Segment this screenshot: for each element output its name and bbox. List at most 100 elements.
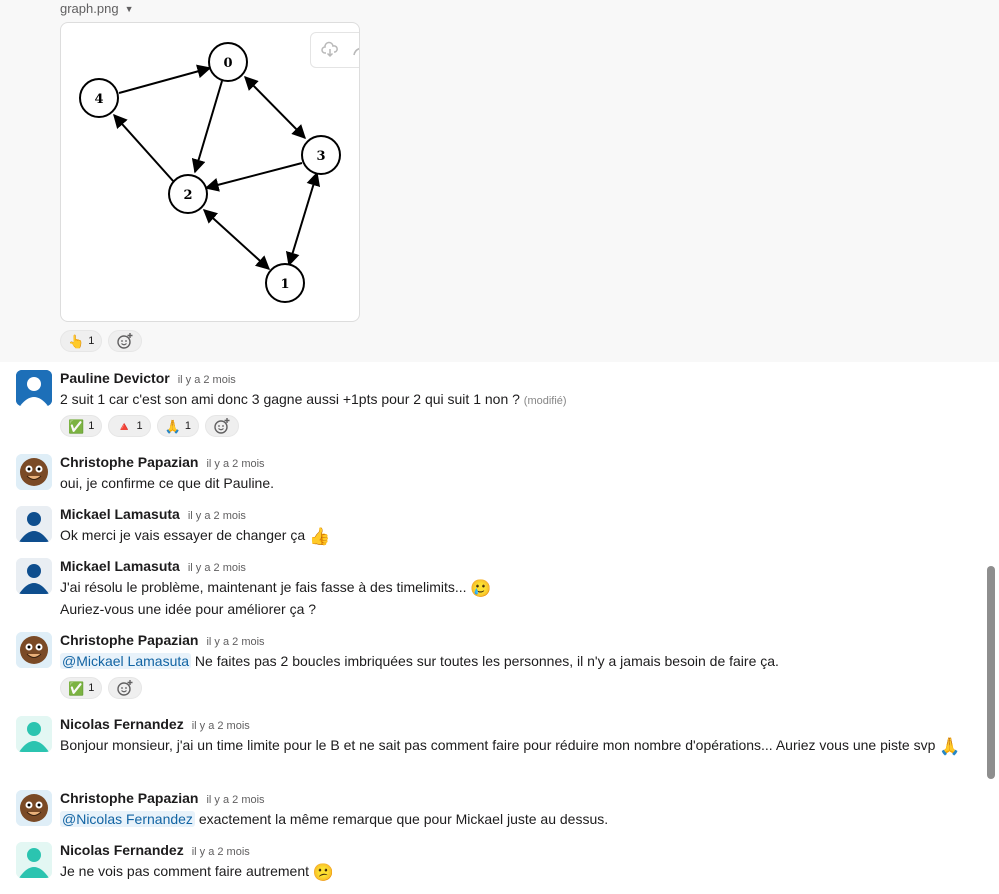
scrollbar-thumb[interactable] <box>987 566 995 779</box>
reaction-pill[interactable]: 🙏 1 <box>156 415 199 437</box>
graph-image[interactable]: 0 4 3 2 1 <box>60 22 360 322</box>
message-body: 2 suit 1 car c'est son ami donc 3 gagne … <box>60 391 520 407</box>
timestamp[interactable]: il y a 2 mois <box>206 636 264 648</box>
message: Mickael Lamasuta il y a 2 mois Ok merci … <box>0 504 985 552</box>
image-actions-toolbar <box>310 32 359 68</box>
thumbs-up-emoji: 👍 <box>309 527 331 546</box>
avatar[interactable] <box>16 454 52 490</box>
timestamp[interactable]: il y a 2 mois <box>206 794 264 806</box>
avatar[interactable] <box>16 790 52 826</box>
reaction-count: 1 <box>88 420 95 432</box>
reaction-emoji: 🔺 <box>116 418 133 434</box>
reaction-pill[interactable]: 🔺 1 <box>108 415 151 437</box>
add-reaction-button[interactable] <box>108 677 143 699</box>
author-name[interactable]: Christophe Papazian <box>60 790 198 806</box>
timestamp[interactable]: il y a 2 mois <box>192 720 250 732</box>
graph-node-4: 4 <box>79 78 119 118</box>
reaction-count: 1 <box>88 335 95 347</box>
avatar[interactable] <box>16 370 52 406</box>
add-reaction-button[interactable] <box>108 330 143 352</box>
author-name[interactable]: Pauline Devictor <box>60 370 170 386</box>
reaction-pill[interactable]: 👆 1 <box>60 330 103 352</box>
edge-3-2 <box>204 162 303 192</box>
edge-2-4 <box>113 113 175 183</box>
message-body: Bonjour monsieur, j'ai un time limite po… <box>60 737 936 753</box>
avatar[interactable] <box>16 558 52 594</box>
edge-1-3 <box>285 171 321 267</box>
smiling-tear-emoji: 🥲 <box>470 579 492 598</box>
file-name: graph.png <box>60 1 119 16</box>
timestamp[interactable]: il y a 2 mois <box>188 562 246 574</box>
author-name[interactable]: Nicolas Fernandez <box>60 842 184 858</box>
message-text: @Mickael Lamasuta Ne faites pas 2 boucle… <box>60 650 965 672</box>
author-name[interactable]: Christophe Papazian <box>60 454 198 470</box>
author-name[interactable]: Mickael Lamasuta <box>60 506 180 522</box>
svg-text:0: 0 <box>223 56 232 71</box>
graph-node-0: 0 <box>208 42 248 82</box>
message-text: Bonjour monsieur, j'ai un time limite po… <box>60 734 965 756</box>
download-icon[interactable] <box>317 37 343 63</box>
message: Christophe Papazian il y a 2 mois @Nicol… <box>0 788 985 836</box>
message-reactions: ✅ 1 <box>60 677 143 699</box>
reaction-emoji: 👆 <box>68 333 85 349</box>
message-body: Ok merci je vais essayer de changer ça <box>60 527 306 543</box>
author-name[interactable]: Christophe Papazian <box>60 632 198 648</box>
graph-node-3: 3 <box>301 135 341 175</box>
reaction-emoji: ✅ <box>68 418 85 434</box>
message-body: exactement la même remarque que pour Mic… <box>194 811 609 827</box>
message-text: J'ai résolu le problème, maintenant je f… <box>60 576 965 620</box>
confused-face-emoji: 😕 <box>312 863 335 882</box>
timestamp[interactable]: il y a 2 mois <box>188 510 246 522</box>
reaction-pill[interactable]: ✅ 1 <box>60 415 103 437</box>
avatar[interactable] <box>16 632 52 668</box>
edge-2-1 <box>202 209 271 270</box>
message: Nicolas Fernandez il y a 2 mois Je ne vo… <box>0 840 985 888</box>
add-reaction-icon <box>117 680 133 696</box>
avatar[interactable] <box>16 506 52 542</box>
file-name-toggle[interactable]: graph.png ▼ <box>60 1 133 16</box>
svg-text:3: 3 <box>316 149 325 164</box>
graph-node-1: 1 <box>265 263 305 303</box>
message-text: @Nicolas Fernandez exactement la même re… <box>60 808 965 830</box>
avatar[interactable] <box>16 842 52 878</box>
caret-down-icon: ▼ <box>124 3 134 14</box>
message-text: 2 suit 1 car c'est son ami donc 3 gagne … <box>60 388 965 412</box>
author-name[interactable]: Nicolas Fernandez <box>60 716 184 732</box>
reaction-emoji: 🙏 <box>164 418 181 434</box>
message-body-line-2: Auriez-vous une idée pour améliorer ça ? <box>60 601 317 617</box>
edge-0-2 <box>191 80 223 174</box>
message-text: Je ne vois pas comment faire autrement 😕 <box>60 860 965 882</box>
timestamp[interactable]: il y a 2 mois <box>206 458 264 470</box>
user-mention[interactable]: @Mickael Lamasuta <box>60 653 192 669</box>
share-icon[interactable] <box>347 37 359 63</box>
message: Christophe Papazian il y a 2 mois oui, j… <box>0 452 985 500</box>
user-mention[interactable]: @Nicolas Fernandez <box>60 811 195 827</box>
edge-0-3 <box>244 76 306 139</box>
avatar[interactable] <box>16 716 52 752</box>
message: Mickael Lamasuta il y a 2 mois J'ai réso… <box>0 556 985 626</box>
message-text: oui, je confirme ce que dit Pauline. <box>60 475 275 491</box>
timestamp[interactable]: il y a 2 mois <box>192 846 250 858</box>
svg-text:4: 4 <box>94 92 103 107</box>
edge-4-0 <box>118 64 212 94</box>
message: Nicolas Fernandez il y a 2 mois Bonjour … <box>0 714 985 784</box>
message-reactions: ✅ 1 🔺 1 🙏 1 <box>60 415 239 437</box>
message-body: Je ne vois pas comment faire autrement <box>60 863 310 879</box>
edited-label: (modifié) <box>523 395 567 407</box>
message-body: Ne faites pas 2 boucles imbriquées sur t… <box>191 653 779 669</box>
reaction-count: 1 <box>184 420 191 432</box>
svg-text:2: 2 <box>183 188 192 203</box>
reaction-emoji: ✅ <box>68 680 85 696</box>
timestamp[interactable]: il y a 2 mois <box>178 374 236 386</box>
message: Christophe Papazian il y a 2 mois @Micka… <box>0 630 985 704</box>
message-text: Ok merci je vais essayer de changer ça 👍 <box>60 524 965 546</box>
add-reaction-button[interactable] <box>204 415 239 437</box>
message-body: J'ai résolu le problème, maintenant je f… <box>60 579 467 595</box>
svg-text:1: 1 <box>280 277 289 292</box>
folded-hands-emoji: 🙏 <box>939 737 961 756</box>
reaction-count: 1 <box>136 420 143 432</box>
reaction-count: 1 <box>88 682 95 694</box>
reaction-pill[interactable]: ✅ 1 <box>60 677 103 699</box>
author-name[interactable]: Mickael Lamasuta <box>60 558 180 574</box>
add-reaction-icon <box>117 333 133 349</box>
